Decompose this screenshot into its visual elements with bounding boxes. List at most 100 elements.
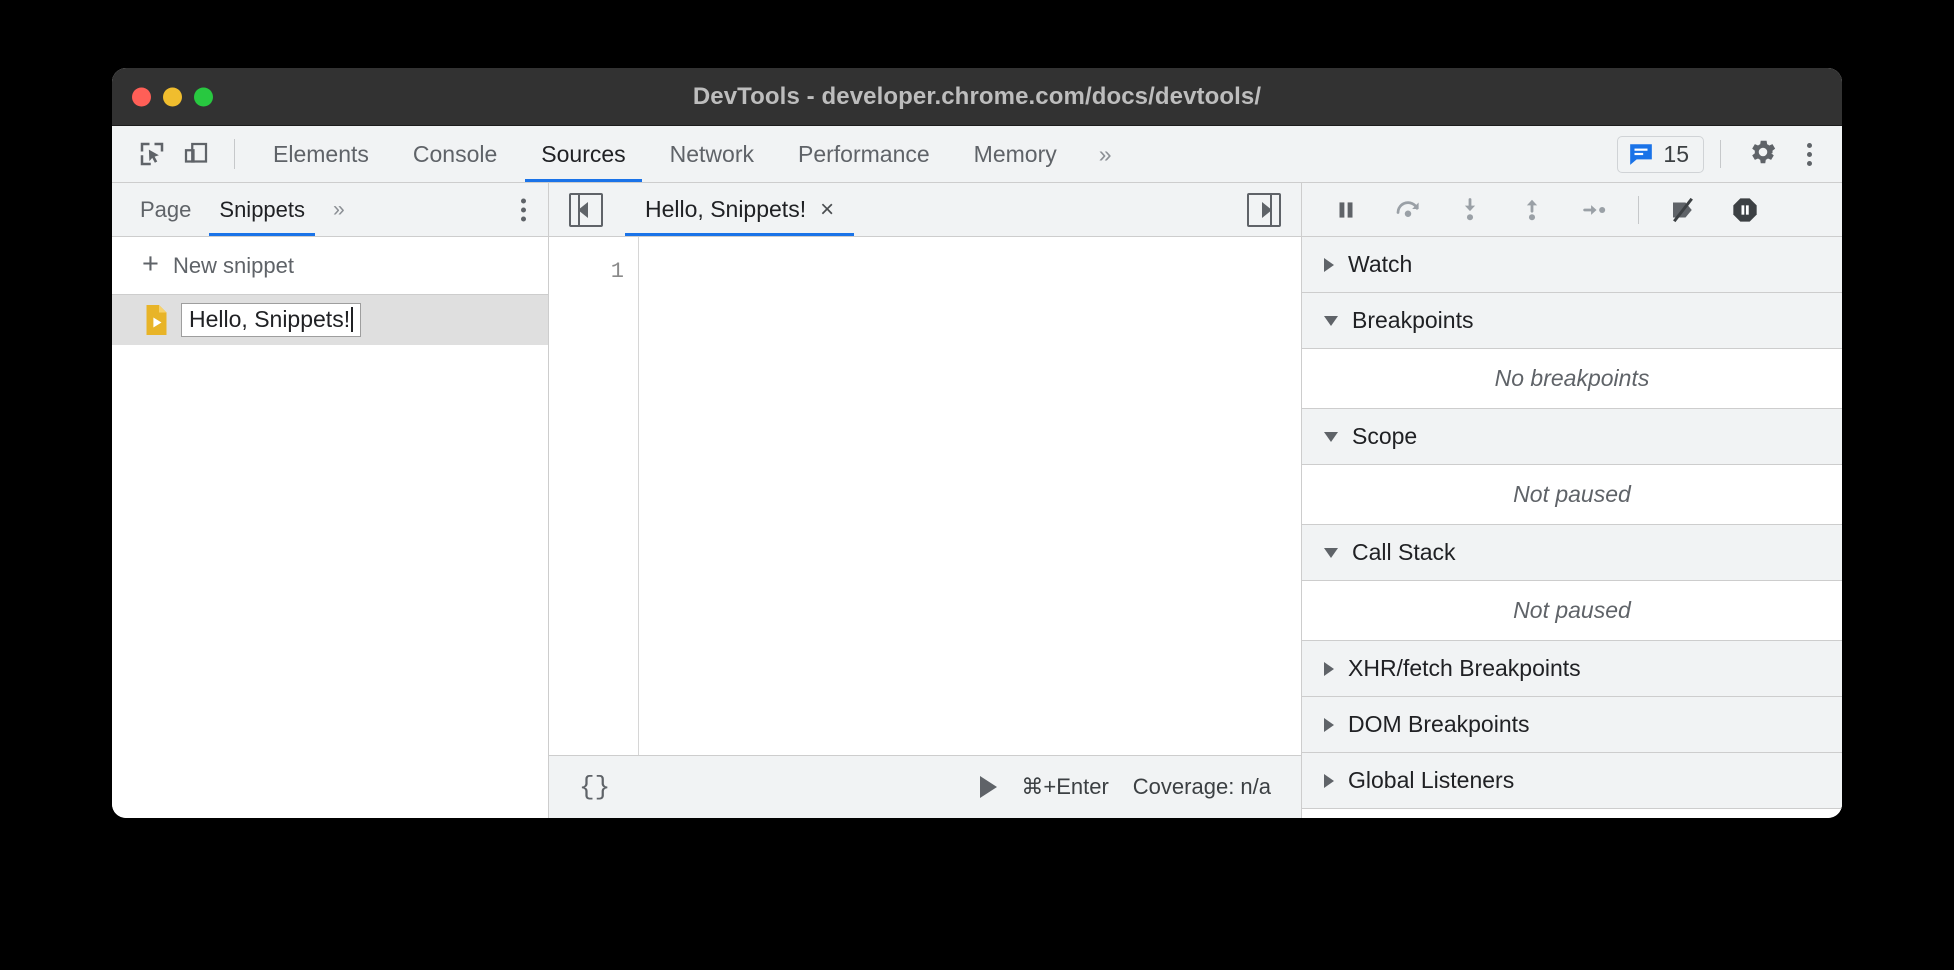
step-over-icon[interactable] bbox=[1388, 191, 1428, 229]
deactivate-breakpoints-icon[interactable] bbox=[1663, 191, 1703, 229]
panel-tabs: Elements Console Sources Network Perform… bbox=[251, 126, 1132, 182]
toolbar-divider-right bbox=[1720, 140, 1721, 168]
step-icon[interactable] bbox=[1574, 191, 1614, 229]
step-into-icon[interactable] bbox=[1450, 191, 1490, 229]
tab-network-label: Network bbox=[670, 141, 754, 168]
section-xhr-fetch-breakpoints[interactable]: XHR/fetch Breakpoints bbox=[1302, 641, 1842, 697]
editor-status-right: ⌘+Enter Coverage: n/a bbox=[980, 756, 1271, 818]
chevron-right-icon bbox=[1324, 258, 1334, 272]
tab-elements[interactable]: Elements bbox=[251, 126, 391, 182]
maximize-window-button[interactable] bbox=[194, 87, 213, 106]
snippet-list-item[interactable]: Hello, Snippets! bbox=[112, 295, 548, 345]
section-watch-label: Watch bbox=[1348, 251, 1412, 278]
editor-tab-label: Hello, Snippets! bbox=[645, 196, 806, 223]
section-global-listeners-label: Global Listeners bbox=[1348, 767, 1514, 794]
section-scope-label: Scope bbox=[1352, 423, 1417, 450]
chevron-right-icon bbox=[1324, 662, 1334, 676]
run-snippet-icon[interactable] bbox=[980, 776, 997, 798]
scope-empty-text: Not paused bbox=[1302, 465, 1842, 525]
console-message-count: 15 bbox=[1663, 141, 1689, 168]
collapse-navigator-icon[interactable] bbox=[569, 193, 603, 227]
minimize-window-button[interactable] bbox=[163, 87, 182, 106]
new-snippet-button[interactable]: + New snippet bbox=[112, 237, 548, 295]
console-message-badge[interactable]: 15 bbox=[1617, 136, 1704, 173]
section-call-stack-label: Call Stack bbox=[1352, 539, 1456, 566]
section-dom-breakpoints[interactable]: DOM Breakpoints bbox=[1302, 697, 1842, 753]
chevron-down-icon bbox=[1324, 316, 1338, 326]
tab-performance-label: Performance bbox=[798, 141, 930, 168]
section-breakpoints-label: Breakpoints bbox=[1352, 307, 1473, 334]
tab-sources-label: Sources bbox=[541, 141, 625, 168]
snippet-name-input[interactable]: Hello, Snippets! bbox=[181, 303, 361, 336]
chevron-down-icon bbox=[1324, 548, 1338, 558]
editor-status-bar: {} ⌘+Enter Coverage: n/a bbox=[549, 755, 1301, 818]
navigator-more-chevron-icon[interactable]: » bbox=[319, 198, 359, 222]
step-out-icon[interactable] bbox=[1512, 191, 1552, 229]
window-titlebar: DevTools - developer.chrome.com/docs/dev… bbox=[112, 68, 1842, 126]
close-icon[interactable]: × bbox=[820, 198, 834, 222]
tab-network[interactable]: Network bbox=[648, 126, 776, 182]
traffic-lights bbox=[132, 87, 213, 106]
tab-performance[interactable]: Performance bbox=[776, 126, 952, 182]
section-watch[interactable]: Watch bbox=[1302, 237, 1842, 293]
editor-tab-hello-snippets[interactable]: Hello, Snippets! × bbox=[625, 183, 854, 236]
window-title: DevTools - developer.chrome.com/docs/dev… bbox=[112, 83, 1842, 111]
code-text-area[interactable] bbox=[639, 237, 1301, 755]
section-call-stack[interactable]: Call Stack bbox=[1302, 525, 1842, 581]
debugger-toolbar-divider bbox=[1638, 196, 1639, 224]
debugger-toolbar bbox=[1302, 183, 1842, 237]
debugger-sidebar: Watch Breakpoints No breakpoints Scope N… bbox=[1302, 183, 1842, 818]
tab-console-label: Console bbox=[413, 141, 497, 168]
navigator-tab-page[interactable]: Page bbox=[126, 183, 205, 236]
tab-memory-label: Memory bbox=[974, 141, 1057, 168]
pause-on-exceptions-icon[interactable] bbox=[1725, 191, 1765, 229]
resume-pause-icon[interactable] bbox=[1326, 191, 1366, 229]
tab-console[interactable]: Console bbox=[391, 126, 519, 182]
sources-navigator-pane: Page Snippets » + New snippet Hello, Sni… bbox=[112, 183, 549, 818]
section-dom-label: DOM Breakpoints bbox=[1348, 711, 1530, 738]
close-window-button[interactable] bbox=[132, 87, 151, 106]
toolbar-right-group: 15 bbox=[1617, 126, 1828, 182]
device-toolbar-icon[interactable] bbox=[174, 134, 218, 174]
pretty-print-button[interactable]: {} bbox=[579, 772, 610, 802]
section-xhr-label: XHR/fetch Breakpoints bbox=[1348, 655, 1581, 682]
section-global-listeners[interactable]: Global Listeners bbox=[1302, 753, 1842, 809]
toolbar-divider bbox=[234, 139, 235, 169]
text-cursor bbox=[351, 307, 353, 332]
navigator-tabbar: Page Snippets » bbox=[112, 183, 548, 237]
chevron-right-icon bbox=[1324, 774, 1334, 788]
console-message-icon bbox=[1628, 141, 1654, 167]
call-stack-empty-text: Not paused bbox=[1302, 581, 1842, 641]
plus-icon: + bbox=[142, 250, 159, 279]
navigator-tab-snippets-label: Snippets bbox=[219, 197, 305, 223]
snippet-file-icon bbox=[144, 305, 169, 335]
coverage-label: Coverage: n/a bbox=[1133, 774, 1271, 800]
navigator-tab-page-label: Page bbox=[140, 197, 191, 223]
devtools-body: Page Snippets » + New snippet Hello, Sni… bbox=[112, 183, 1842, 818]
navigator-tab-snippets[interactable]: Snippets bbox=[205, 183, 319, 236]
section-scope[interactable]: Scope bbox=[1302, 409, 1842, 465]
devtools-window: DevTools - developer.chrome.com/docs/dev… bbox=[112, 68, 1842, 818]
tab-sources[interactable]: Sources bbox=[519, 126, 647, 182]
snippet-name-value: Hello, Snippets! bbox=[189, 306, 350, 332]
tab-memory[interactable]: Memory bbox=[952, 126, 1079, 182]
chevron-right-icon bbox=[1324, 718, 1334, 732]
chevron-down-icon bbox=[1324, 432, 1338, 442]
breakpoints-empty-text: No breakpoints bbox=[1302, 349, 1842, 409]
more-panels-chevron-icon[interactable]: » bbox=[1079, 126, 1132, 182]
gear-icon[interactable] bbox=[1737, 136, 1789, 173]
navigator-menu-icon[interactable] bbox=[521, 198, 526, 221]
line-number-gutter: 1 bbox=[549, 237, 639, 755]
three-dot-menu-icon[interactable] bbox=[1791, 143, 1828, 166]
editor-content-area[interactable]: 1 bbox=[549, 237, 1301, 755]
section-breakpoints[interactable]: Breakpoints bbox=[1302, 293, 1842, 349]
main-toolbar: Elements Console Sources Network Perform… bbox=[112, 126, 1842, 183]
expand-debugger-icon[interactable] bbox=[1247, 193, 1281, 227]
new-snippet-label: New snippet bbox=[173, 253, 294, 279]
line-number: 1 bbox=[549, 259, 624, 284]
inspect-element-icon[interactable] bbox=[130, 134, 174, 174]
editor-tabbar: Hello, Snippets! × bbox=[549, 183, 1301, 237]
run-shortcut-label: ⌘+Enter bbox=[1021, 774, 1108, 800]
tab-elements-label: Elements bbox=[273, 141, 369, 168]
source-editor-pane: Hello, Snippets! × 1 {} ⌘+Enter bbox=[549, 183, 1302, 818]
